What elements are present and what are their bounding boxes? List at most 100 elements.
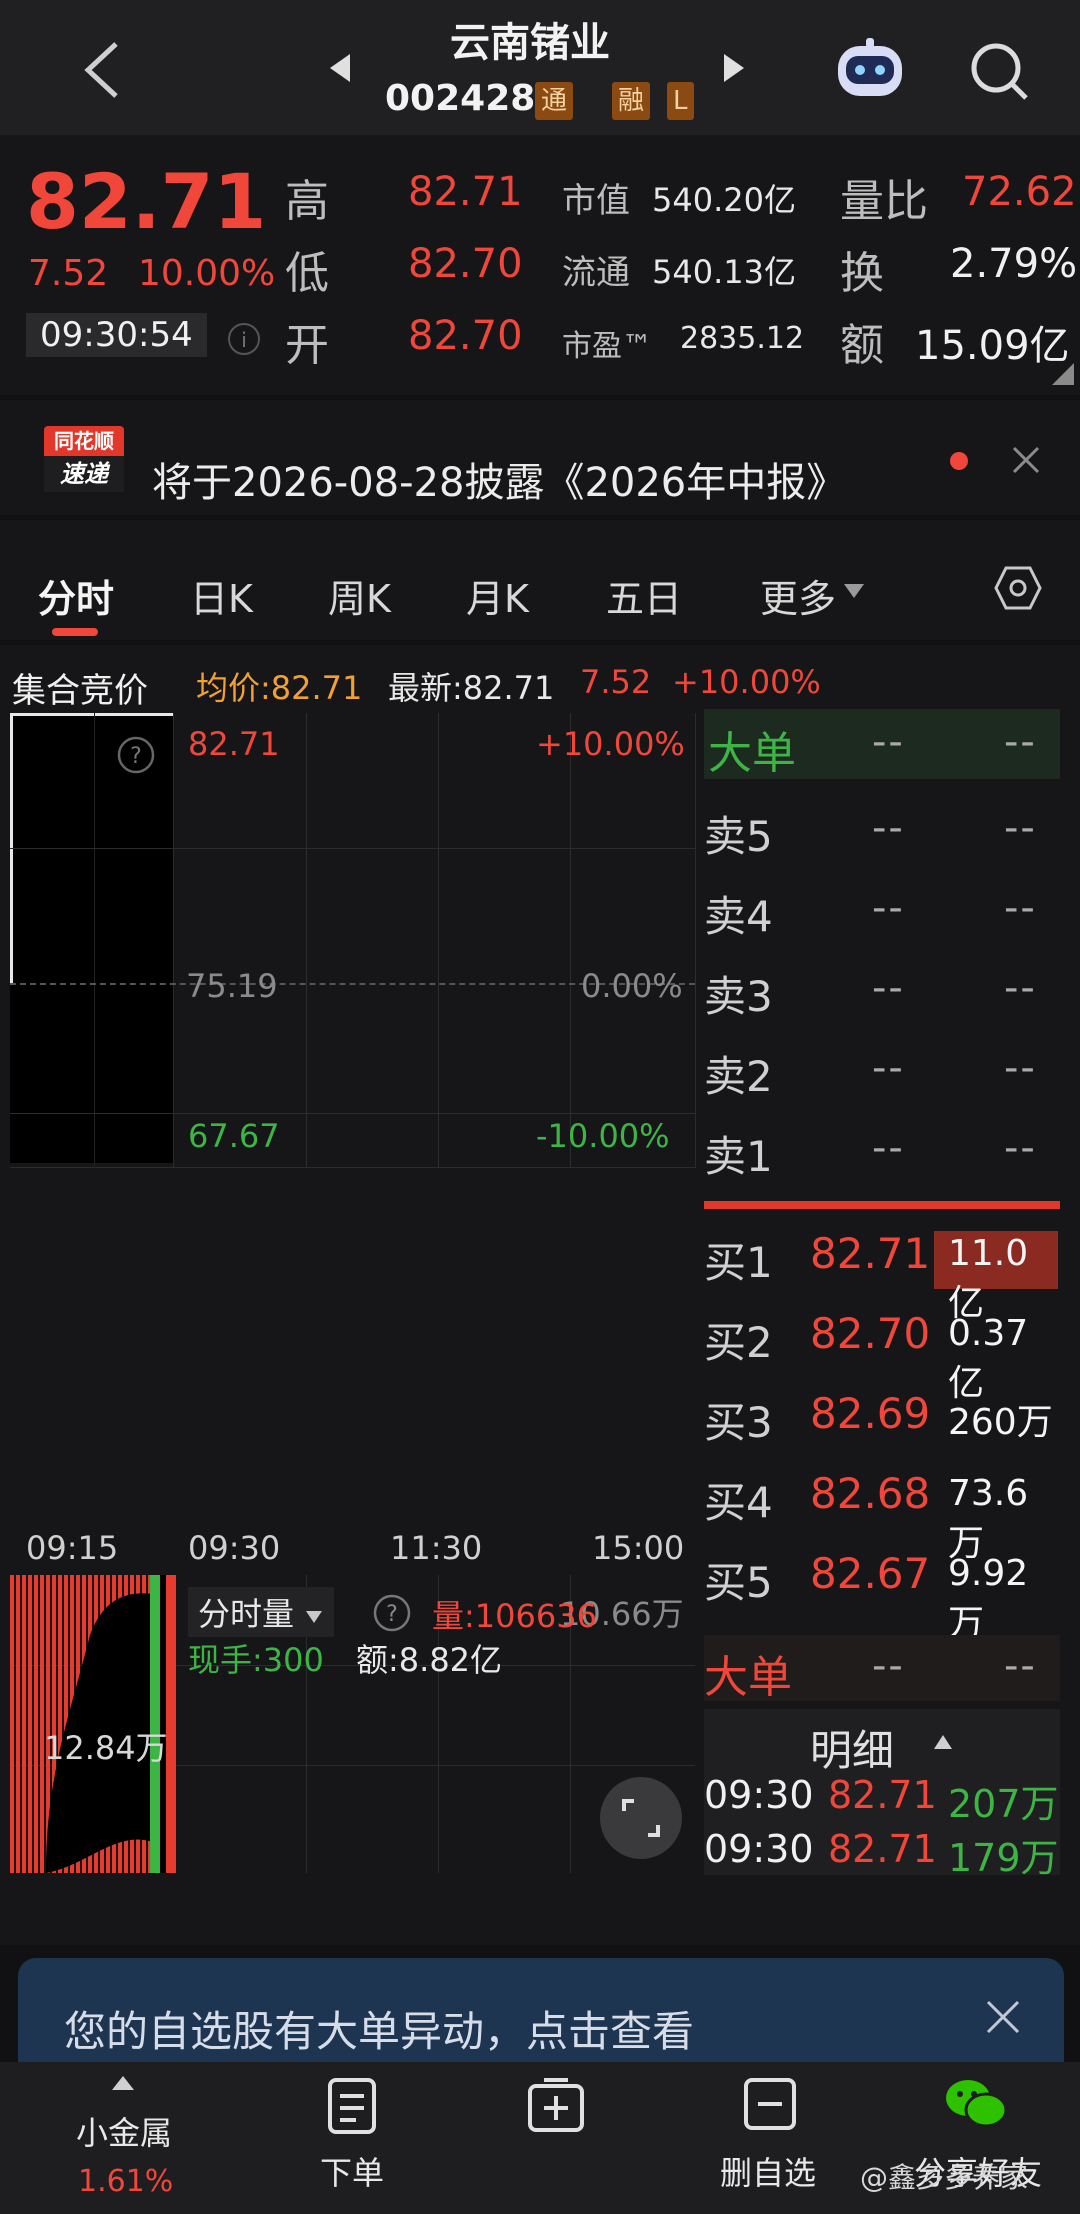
- mktcap-value: 540.20亿: [652, 181, 796, 219]
- current-price: 82.71: [26, 157, 267, 246]
- amount-value: 15.09亿: [915, 323, 1070, 369]
- tab-monthly-k[interactable]: 月K: [466, 568, 529, 623]
- low-value: 82.70: [408, 241, 523, 287]
- volume-amount: 额:8.82亿: [356, 1641, 503, 1679]
- close-icon[interactable]: [984, 1998, 1022, 2036]
- order-row[interactable]: 买1 82.71 11.0亿: [704, 1219, 1060, 1324]
- order-row[interactable]: 卖2 -- --: [704, 1033, 1060, 1113]
- stock-code: 002428: [385, 78, 536, 119]
- low-label: 低: [285, 248, 329, 299]
- caret-up-icon: [112, 2076, 134, 2090]
- upper-price-label: 82.71: [188, 725, 280, 763]
- sector-button[interactable]: 小金属 1.61%: [40, 2068, 210, 2208]
- next-stock-icon[interactable]: [722, 52, 746, 84]
- time-label-1130: 11:30: [390, 1529, 483, 1567]
- volume-mid-label: 12.84万: [44, 1729, 168, 1767]
- detail-row: 09:30 82.71 207万: [704, 1773, 1059, 1826]
- info-icon[interactable]: i: [226, 321, 262, 357]
- high-label: 高: [285, 176, 329, 227]
- fullscreen-button[interactable]: [600, 1777, 682, 1859]
- expand-corner-icon[interactable]: [1052, 363, 1074, 385]
- pe-label: 市盈™: [562, 329, 652, 364]
- help-icon[interactable]: ?: [116, 735, 156, 775]
- high-value: 82.71: [408, 169, 523, 215]
- unread-dot: [950, 452, 968, 470]
- active-tab-indicator: [52, 628, 98, 636]
- prev-stock-icon[interactable]: [328, 52, 352, 84]
- ths-logo: 同花顺 速递: [44, 426, 124, 494]
- remove-watchlist-button[interactable]: 删自选: [712, 2076, 842, 2206]
- add-watchlist-button[interactable]: [500, 2076, 610, 2206]
- svg-text:?: ?: [386, 1602, 398, 1627]
- tab-daily-k[interactable]: 日K: [190, 568, 253, 623]
- bottom-nav: 小金属 1.61% 下单 删自选 分享好友 @鑫多多养家: [0, 2062, 1080, 2214]
- float-label: 流通: [562, 253, 630, 293]
- mid-price-label: 75.19: [186, 967, 278, 1005]
- robot-assistant-icon[interactable]: [832, 36, 908, 102]
- change-percent: 10.00%: [138, 253, 276, 294]
- svg-text:?: ?: [130, 744, 142, 769]
- order-row[interactable]: 买4 82.68 73.6万: [704, 1459, 1060, 1564]
- mktcap-label: 市值: [562, 181, 630, 221]
- tab-weekly-k[interactable]: 周K: [328, 568, 391, 623]
- order-row[interactable]: 卖3 -- --: [704, 953, 1060, 1033]
- back-icon[interactable]: [80, 40, 124, 100]
- lower-price-label: 67.67: [188, 1117, 280, 1155]
- close-icon[interactable]: [1010, 444, 1042, 476]
- auction-label: 集合竞价: [12, 671, 148, 711]
- tab-intraday[interactable]: 分时: [38, 568, 114, 623]
- order-row[interactable]: 买3 82.69 260万: [704, 1379, 1060, 1459]
- sell-levels: 卖5 -- -- 卖4 -- -- 卖3 -- -- 卖2 -- -- 卖1 -: [704, 793, 1060, 1193]
- order-document-icon: [328, 2078, 376, 2134]
- caret-down-icon: [844, 584, 864, 598]
- float-value: 540.13亿: [652, 253, 796, 291]
- rong-badge: 融: [612, 82, 651, 120]
- vol-ratio-label: 量比: [840, 176, 928, 227]
- wechat-icon: [946, 2080, 1008, 2128]
- order-row[interactable]: 卖4 -- --: [704, 873, 1060, 953]
- settings-hexagon-icon[interactable]: [994, 564, 1042, 612]
- order-row[interactable]: 卖5 -- --: [704, 793, 1060, 873]
- big-order-header[interactable]: 大单 -- --: [704, 709, 1060, 779]
- order-button[interactable]: 下单: [300, 2076, 410, 2206]
- time-label-1500: 15:00: [592, 1529, 685, 1567]
- volume-value: 量:106636: [432, 1597, 597, 1635]
- period-tabs: 分时 日K 周K 月K 五日 更多: [0, 520, 1080, 640]
- open-label: 开: [285, 320, 329, 371]
- buy-levels: 买1 82.71 11.0亿 买2 82.70 0.37亿 买3 82.69 2…: [704, 1219, 1060, 1644]
- upper-pct-label: +10.00%: [536, 725, 685, 763]
- avg-price: 均价:82.71: [196, 669, 363, 707]
- big-order-alert-toast[interactable]: 您的自选股有大单异动，点击查看: [18, 1958, 1064, 2078]
- time-label-0915: 09:15: [26, 1529, 119, 1567]
- detail-row: 09:30 82.71 179万: [704, 1827, 1059, 1880]
- quote-panel: 82.71 7.52 10.00% 09:30:54 i 高 低 开 82.71…: [0, 135, 1080, 395]
- order-row[interactable]: 卖1 -- --: [704, 1113, 1060, 1193]
- time-label-0930: 09:30: [188, 1529, 281, 1567]
- top-bar: 云南锗业 002428 通 融 L: [0, 0, 1080, 135]
- volume-selector[interactable]: 分时量: [188, 1587, 335, 1637]
- order-row[interactable]: 买2 82.70 0.37亿: [704, 1299, 1060, 1404]
- caret-down-icon: [306, 1611, 323, 1623]
- big-order-footer[interactable]: 大单 -- --: [704, 1635, 1060, 1703]
- tab-more[interactable]: 更多: [760, 568, 836, 623]
- price-chart[interactable]: ? 82.71 +10.00% 75.19 0.00% 67.67 -10.00…: [10, 713, 696, 1168]
- volume-chart[interactable]: 12.84万 分时量 ? 10.66万 量:106636 现手:300 额:8.…: [10, 1575, 695, 1873]
- pe-value: 2835.12: [680, 321, 805, 356]
- mid-pct-label: 0.00%: [581, 967, 683, 1005]
- lower-pct-label: -10.00%: [536, 1117, 670, 1155]
- quote-time: 09:30:54: [26, 313, 207, 357]
- open-value: 82.70: [408, 313, 523, 359]
- amount-label: 额: [840, 320, 884, 371]
- detail-label: 明细: [810, 1726, 895, 1775]
- help-icon[interactable]: ?: [372, 1593, 412, 1633]
- notice-bar[interactable]: 同花顺 速递 将于2026-08-28披露《2026年中报》: [0, 400, 1080, 515]
- order-row[interactable]: 买5 82.67 9.92万: [704, 1539, 1060, 1644]
- latest-price: 最新:82.71: [388, 669, 555, 707]
- tab-five-day[interactable]: 五日: [606, 568, 682, 623]
- change-value: 7.52: [28, 253, 109, 294]
- search-icon[interactable]: [968, 40, 1030, 102]
- weibo-watermark: @鑫多多养家: [860, 2161, 1029, 2194]
- notice-text: 将于2026-08-28披露《2026年中报》: [152, 460, 847, 506]
- current-hand: 现手:300: [188, 1641, 324, 1679]
- trade-detail[interactable]: 明细 09:30 82.71 207万 09:30 82.71 179万: [704, 1709, 1060, 1880]
